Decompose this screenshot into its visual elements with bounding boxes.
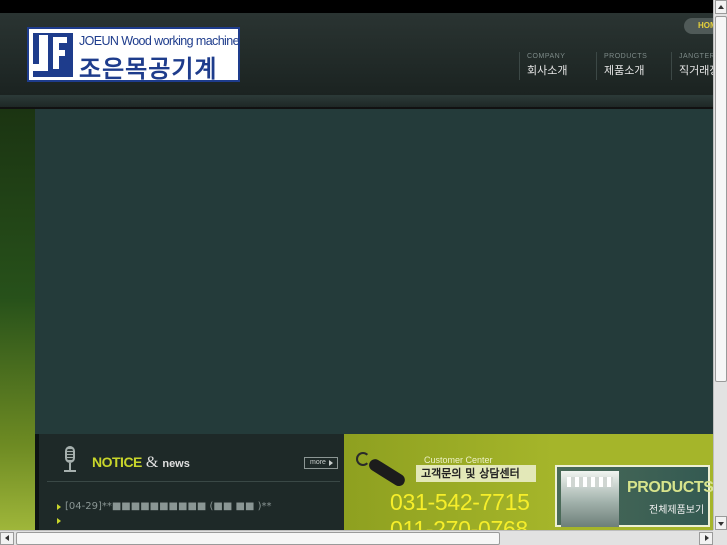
products-view-all: 전체제품보기 [649,505,705,516]
notice-title-amp: & [145,454,159,471]
customer-center-panel: Customer Center 고객문의 및 상담센터 031-542-7715… [344,434,552,542]
nav-products-en: PRODUCTS [604,53,648,60]
vertical-scrollbar[interactable] [713,0,727,530]
horizontal-scrollbar[interactable] [0,530,713,545]
nav-jangter-en: JANGTER [679,53,713,60]
nav-products[interactable]: PRODUCTS 제품소개 [596,52,647,80]
site-logo[interactable]: JOEUN Wood working machine 조은목공기계 [27,27,240,83]
nav-products-ko: 제품소개 [604,64,645,77]
notice-title-main: NOTICE [92,454,142,470]
nav-company-en: COMPANY [527,53,566,60]
nav-jangter-ko: 직거래장터 [679,64,713,77]
nav-company[interactable]: COMPANY 회사소개 [519,52,567,80]
telephone-icon [356,448,408,489]
products-title: PRODUCTS [627,479,714,496]
list-item[interactable]: [04-29]**■■■■■■■■■■ (■■ ■■ )** [57,500,277,524]
top-band [0,0,713,13]
nav-company-ko: 회사소개 [527,64,568,77]
product-photo [561,471,619,527]
scroll-right-icon[interactable] [699,532,713,545]
notice-panel: NOTICE & news more [04-29]**■■■■■■■■■■ (■■… [35,434,344,530]
logo-mark-icon [33,33,73,77]
scrollbar-corner [713,530,727,545]
notice-more-button[interactable]: more [304,457,338,469]
products-panel: PRODUCTS 전체제품보기 [552,434,714,530]
phone-number-primary: 031-542-7715 [390,489,530,515]
customer-center-label: Customer Center [424,455,493,465]
horizontal-scroll-thumb[interactable] [16,532,500,545]
logo-english-text: JOEUN Wood working machine [79,34,240,48]
nav-jangter[interactable]: JANGTER 직거래장터 [671,52,713,80]
left-gradient-strip [0,109,35,530]
scroll-down-icon[interactable] [715,516,727,530]
notice-title-sub: news [162,458,190,470]
microphone-icon [61,446,83,474]
header-subbar [0,95,713,109]
notice-title: NOTICE & news [92,452,190,472]
bullet-arrow-icon [57,504,61,510]
products-banner[interactable]: PRODUCTS 전체제품보기 [555,465,714,527]
scroll-up-icon[interactable] [715,0,727,14]
customer-consult-label: 고객문의 및 상담센터 [416,465,536,482]
news-item-text: [04-29]**■■■■■■■■■■ (■■ ■■ )** [65,501,272,512]
main-content-area [35,109,713,434]
bullet-arrow-icon [57,518,61,524]
vertical-scroll-thumb[interactable] [715,16,727,382]
notice-header: NOTICE & news more [47,442,340,482]
site-header: JOEUN Wood working machine 조은목공기계 HOME C… [0,13,724,95]
scroll-left-icon[interactable] [0,532,14,545]
logo-korean-text: 조은목공기계 [79,55,218,83]
